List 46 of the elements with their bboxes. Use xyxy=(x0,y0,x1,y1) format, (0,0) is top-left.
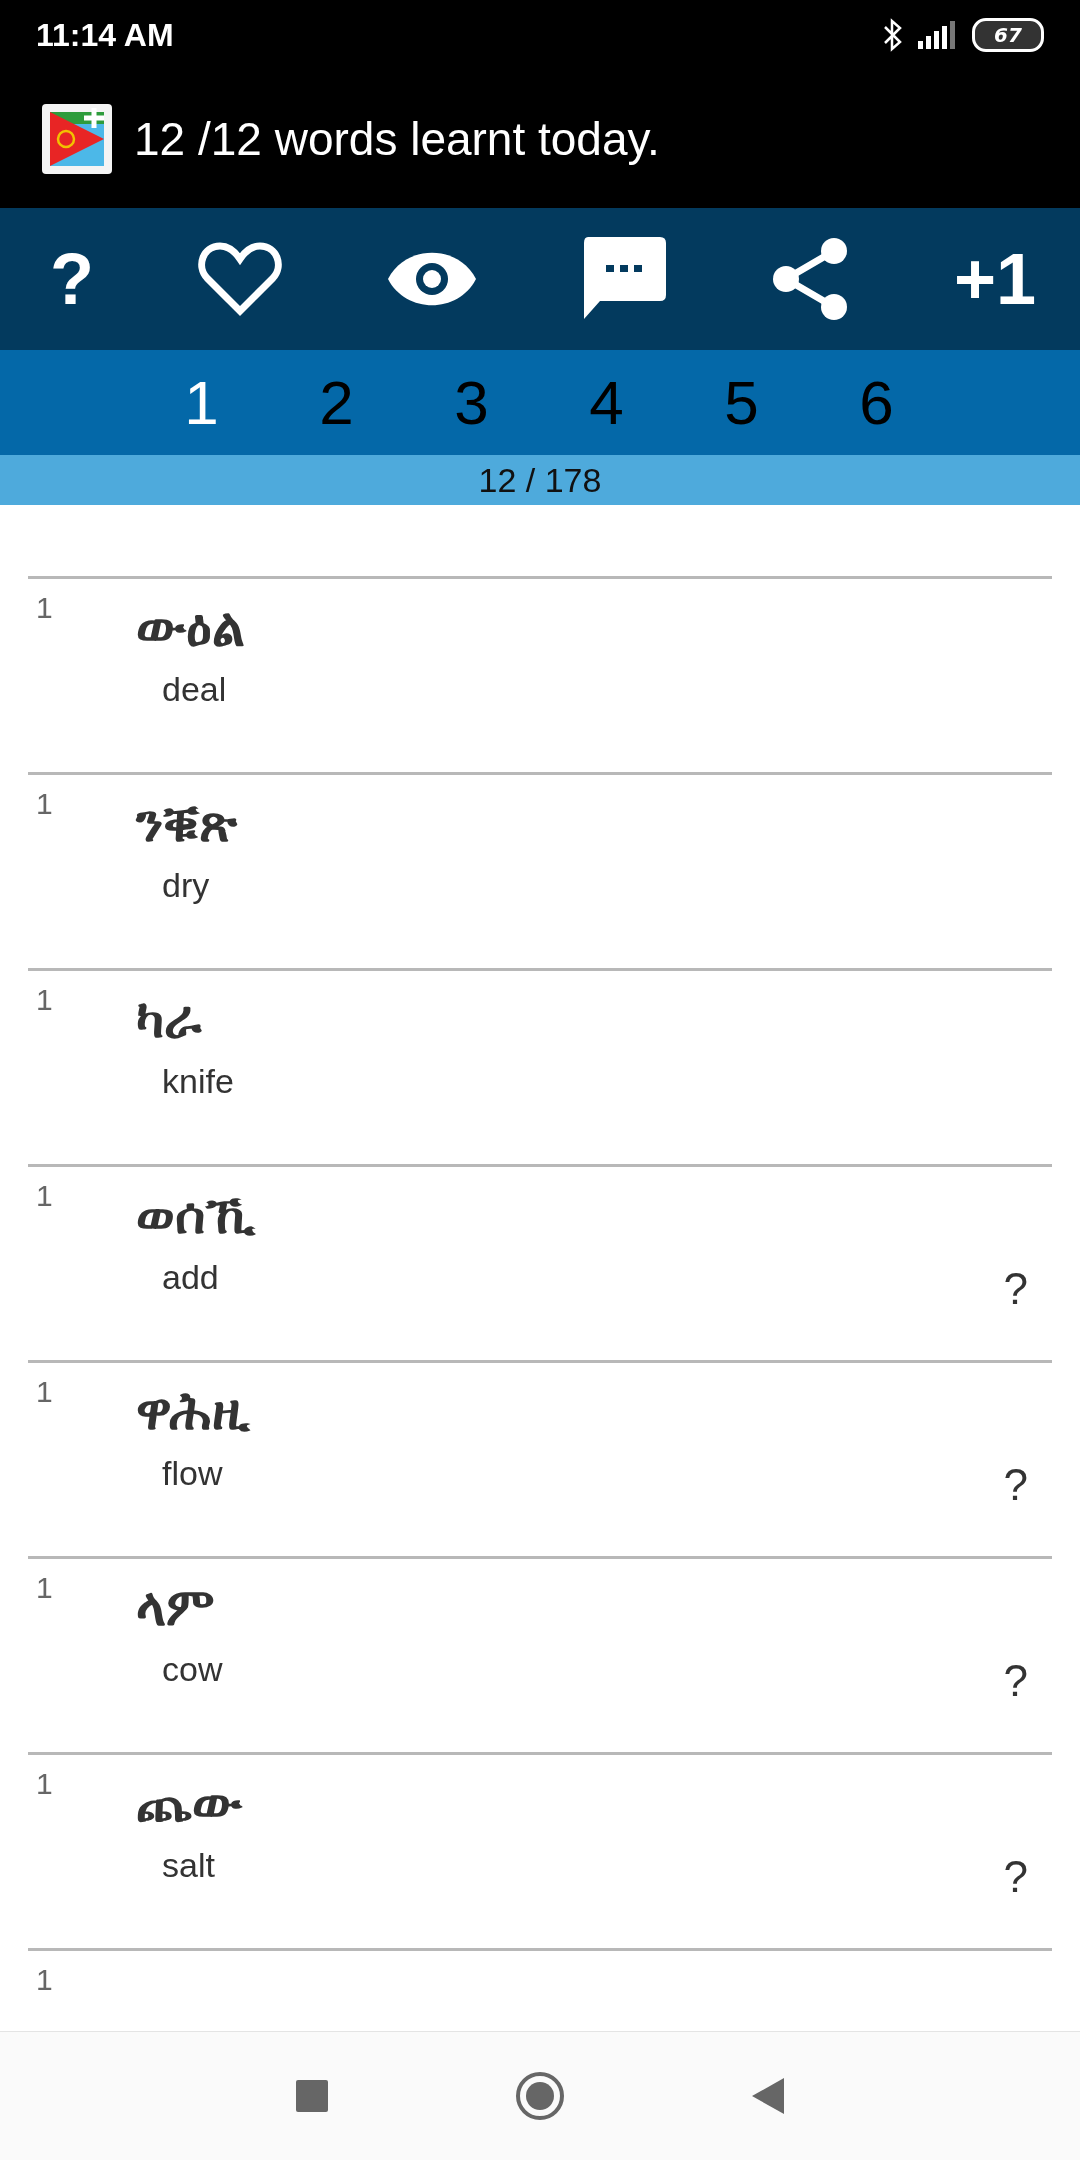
word: ካራ xyxy=(136,989,203,1050)
tab[interactable]: 5 xyxy=(674,367,809,438)
home-icon[interactable] xyxy=(515,2071,565,2121)
row-count: 1 xyxy=(35,1178,54,1214)
header-title: 12 /12 words learnt today. xyxy=(134,112,660,166)
word: ላም xyxy=(136,1577,216,1638)
translation: deal xyxy=(161,670,228,709)
row-count: 1 xyxy=(35,982,54,1018)
back-icon[interactable] xyxy=(751,2077,785,2115)
word: ዋሕዚ xyxy=(136,1381,251,1442)
row-count: 1 xyxy=(35,786,54,822)
word: ወሰኺ xyxy=(136,1185,257,1246)
status-time: 11:14 AM xyxy=(36,16,174,54)
row-count: 1 xyxy=(35,1766,54,1802)
tab[interactable]: 2 xyxy=(269,367,404,438)
recents-icon[interactable] xyxy=(295,2079,329,2113)
word: ውዕል xyxy=(136,597,246,658)
toolbar-button[interactable]: +1 xyxy=(953,238,1036,320)
row-count: 1 xyxy=(35,1962,54,1998)
heart-icon[interactable] xyxy=(197,241,282,317)
translation: knife xyxy=(161,1062,235,1101)
translation: dry xyxy=(161,866,211,905)
translation: cow xyxy=(161,1650,224,1689)
toolbar-button[interactable]: ? xyxy=(50,238,94,320)
question-mark: ? xyxy=(1003,1655,1029,1706)
tab[interactable]: 4 xyxy=(539,367,674,438)
question-mark: ? xyxy=(1003,1851,1029,1902)
row-count: 1 xyxy=(35,1570,54,1606)
word: ንቑጽ xyxy=(136,793,239,854)
signal-icon xyxy=(918,21,958,49)
bluetooth-icon xyxy=(882,18,904,52)
translation: salt xyxy=(161,1846,216,1885)
translation: add xyxy=(161,1258,220,1297)
question-mark: ? xyxy=(1003,1263,1029,1314)
chat-icon[interactable] xyxy=(581,237,666,321)
app-icon xyxy=(42,104,112,174)
tab[interactable]: 1 xyxy=(134,367,269,438)
row-count: 1 xyxy=(35,590,54,626)
row-count: 1 xyxy=(35,1374,54,1410)
tab[interactable]: 6 xyxy=(809,367,944,438)
question-mark: ? xyxy=(1003,1459,1029,1510)
eye-icon[interactable] xyxy=(385,250,478,308)
tab[interactable]: 3 xyxy=(404,367,539,438)
battery-icon: 67 xyxy=(972,18,1044,52)
word: ጨው xyxy=(136,1773,244,1834)
translation: flow xyxy=(161,1454,224,1493)
